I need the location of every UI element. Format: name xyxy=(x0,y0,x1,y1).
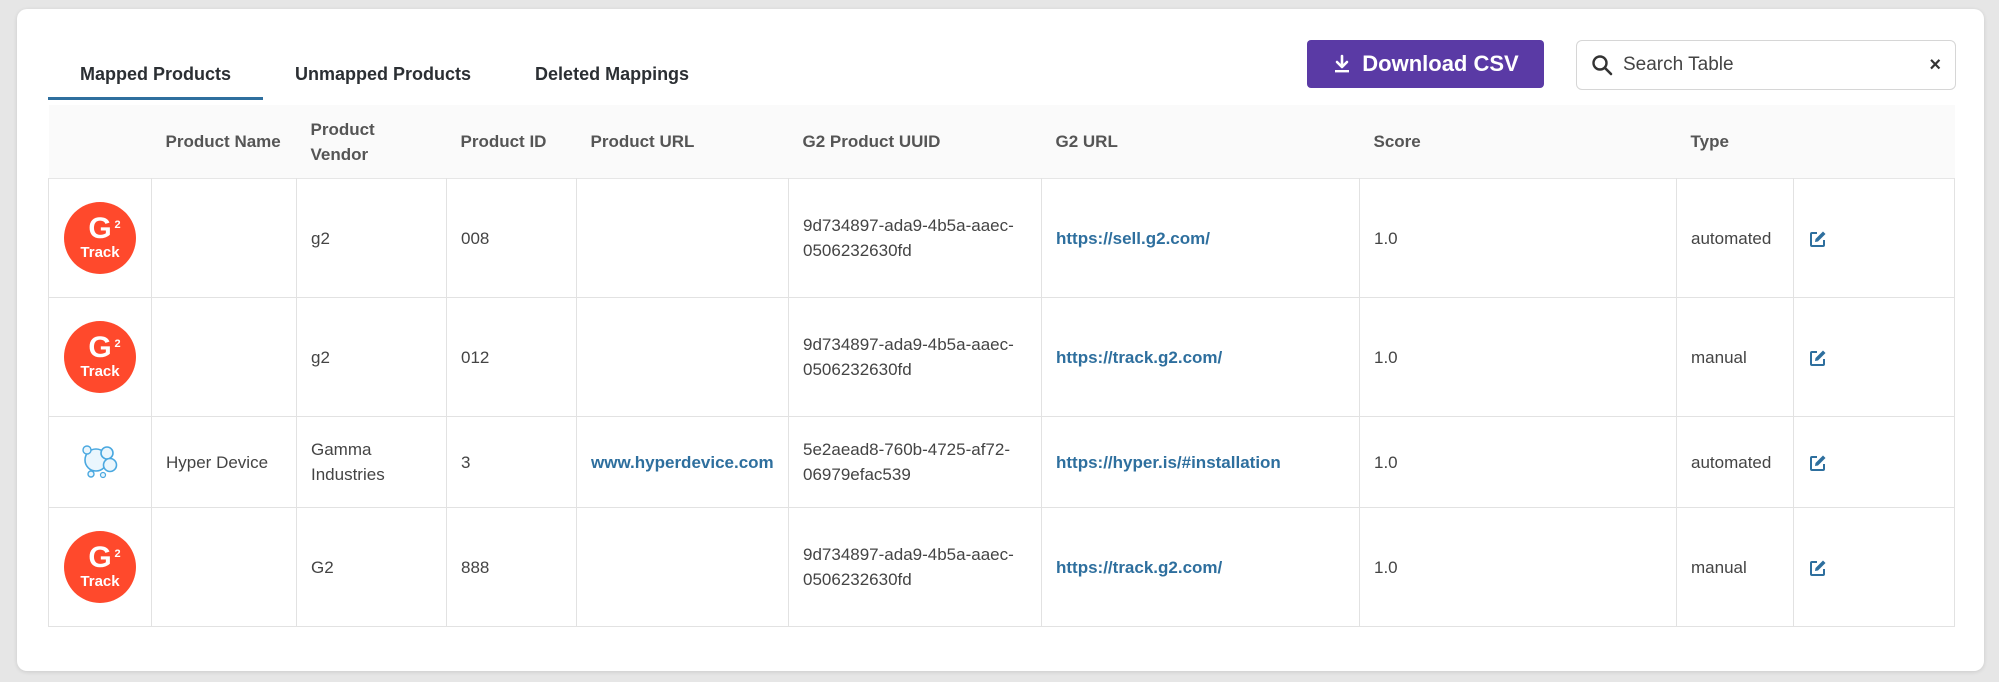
column-header-actions xyxy=(1793,105,1955,179)
type-cell: manual xyxy=(1676,507,1794,627)
product-id-cell: 008 xyxy=(446,178,577,298)
product-id-cell: 012 xyxy=(446,297,577,417)
product-url-cell xyxy=(576,297,789,417)
column-header-logo xyxy=(48,105,152,179)
table-row: G2 Track G2 888 9d734897-ada9-4b5a-aaec-… xyxy=(48,507,1955,627)
g2-uuid-cell: 5e2aead8-760b-4725-af72-06979efac539 xyxy=(788,416,1042,508)
product-vendor-cell: Gamma Industries xyxy=(296,416,447,508)
type-cell: automated xyxy=(1676,416,1794,508)
search-icon xyxy=(1592,55,1613,76)
column-header-product-url[interactable]: Product URL xyxy=(576,105,789,179)
product-vendor-cell: g2 xyxy=(296,297,447,417)
table-row: G2 Track g2 008 9d734897-ada9-4b5a-aaec-… xyxy=(48,178,1955,298)
score-cell: 1.0 xyxy=(1359,297,1677,417)
product-vendor-cell: g2 xyxy=(296,178,447,298)
search-box: × xyxy=(1576,40,1956,90)
g2-url-link[interactable]: https://sell.g2.com/ xyxy=(1056,229,1210,248)
edit-icon[interactable] xyxy=(1808,226,1828,251)
actions-cell xyxy=(1793,178,1955,298)
tab-unmapped-products[interactable]: Unmapped Products xyxy=(263,51,503,100)
product-url-link[interactable]: www.hyperdevice.com xyxy=(591,453,774,472)
g2-track-logo: G2 Track xyxy=(64,531,136,603)
actions-cell xyxy=(1793,416,1955,508)
tab-bar: Mapped Products Unmapped Products Delete… xyxy=(48,51,721,101)
score-cell: 1.0 xyxy=(1359,416,1677,508)
product-id-cell: 3 xyxy=(446,416,577,508)
column-header-g2-product-uuid[interactable]: G2 Product UUID xyxy=(788,105,1042,179)
g2-uuid-cell: 9d734897-ada9-4b5a-aaec-0506232630fd xyxy=(788,297,1042,417)
edit-icon[interactable] xyxy=(1808,450,1828,475)
edit-icon[interactable] xyxy=(1808,555,1828,580)
product-name-cell xyxy=(151,507,297,627)
product-name-cell xyxy=(151,178,297,298)
search-input[interactable] xyxy=(1621,53,1924,77)
column-header-product-name[interactable]: Product Name xyxy=(151,105,297,179)
g2-uuid-cell: 9d734897-ada9-4b5a-aaec-0506232630fd xyxy=(788,178,1042,298)
products-table: Product Name Product Vendor Product ID P… xyxy=(48,105,1955,627)
product-vendor-cell: G2 xyxy=(296,507,447,627)
logo-cell xyxy=(48,416,152,508)
logo-cell: G2 Track xyxy=(48,178,152,298)
tab-mapped-products[interactable]: Mapped Products xyxy=(48,51,264,100)
logo-cell: G2 Track xyxy=(48,297,152,417)
table-row: Hyper Device Gamma Industries 3 www.hype… xyxy=(48,416,1955,508)
g2-url-cell: https://track.g2.com/ xyxy=(1041,297,1360,417)
product-name-cell: Hyper Device xyxy=(151,416,297,508)
hyper-device-logo xyxy=(82,444,118,478)
clear-search-button[interactable]: × xyxy=(1923,54,1941,77)
column-header-g2-url[interactable]: G2 URL xyxy=(1041,105,1360,179)
product-name-cell xyxy=(151,297,297,417)
actions-cell xyxy=(1793,297,1955,417)
download-icon xyxy=(1335,54,1350,73)
g2-track-logo: G2 Track xyxy=(64,202,136,274)
g2-url-link[interactable]: https://hyper.is/#installation xyxy=(1056,453,1281,472)
g2-url-cell: https://track.g2.com/ xyxy=(1041,507,1360,627)
type-cell: automated xyxy=(1676,178,1794,298)
product-url-cell: www.hyperdevice.com xyxy=(576,416,789,508)
column-header-product-vendor[interactable]: Product Vendor xyxy=(296,105,447,179)
product-url-cell xyxy=(576,178,789,298)
g2-uuid-cell: 9d734897-ada9-4b5a-aaec-0506232630fd xyxy=(788,507,1042,627)
download-csv-label: Download CSV xyxy=(1362,51,1519,76)
product-id-cell: 888 xyxy=(446,507,577,627)
tab-deleted-mappings[interactable]: Deleted Mappings xyxy=(503,51,721,100)
mapped-products-panel: Mapped Products Unmapped Products Delete… xyxy=(17,9,1984,671)
g2-url-link[interactable]: https://track.g2.com/ xyxy=(1056,348,1222,367)
logo-cell: G2 Track xyxy=(48,507,152,627)
column-header-product-id[interactable]: Product ID xyxy=(446,105,577,179)
g2-url-link[interactable]: https://track.g2.com/ xyxy=(1056,558,1222,577)
table-header-row: Product Name Product Vendor Product ID P… xyxy=(48,105,1955,179)
column-header-score[interactable]: Score xyxy=(1359,105,1677,179)
type-cell: manual xyxy=(1676,297,1794,417)
g2-url-cell: https://sell.g2.com/ xyxy=(1041,178,1360,298)
g2-url-cell: https://hyper.is/#installation xyxy=(1041,416,1360,508)
download-csv-button[interactable]: Download CSV xyxy=(1307,40,1544,88)
score-cell: 1.0 xyxy=(1359,178,1677,298)
table-row: G2 Track g2 012 9d734897-ada9-4b5a-aaec-… xyxy=(48,297,1955,417)
g2-track-logo: G2 Track xyxy=(64,321,136,393)
column-header-type[interactable]: Type xyxy=(1676,105,1794,179)
product-url-cell xyxy=(576,507,789,627)
score-cell: 1.0 xyxy=(1359,507,1677,627)
actions-cell xyxy=(1793,507,1955,627)
edit-icon[interactable] xyxy=(1808,345,1828,370)
